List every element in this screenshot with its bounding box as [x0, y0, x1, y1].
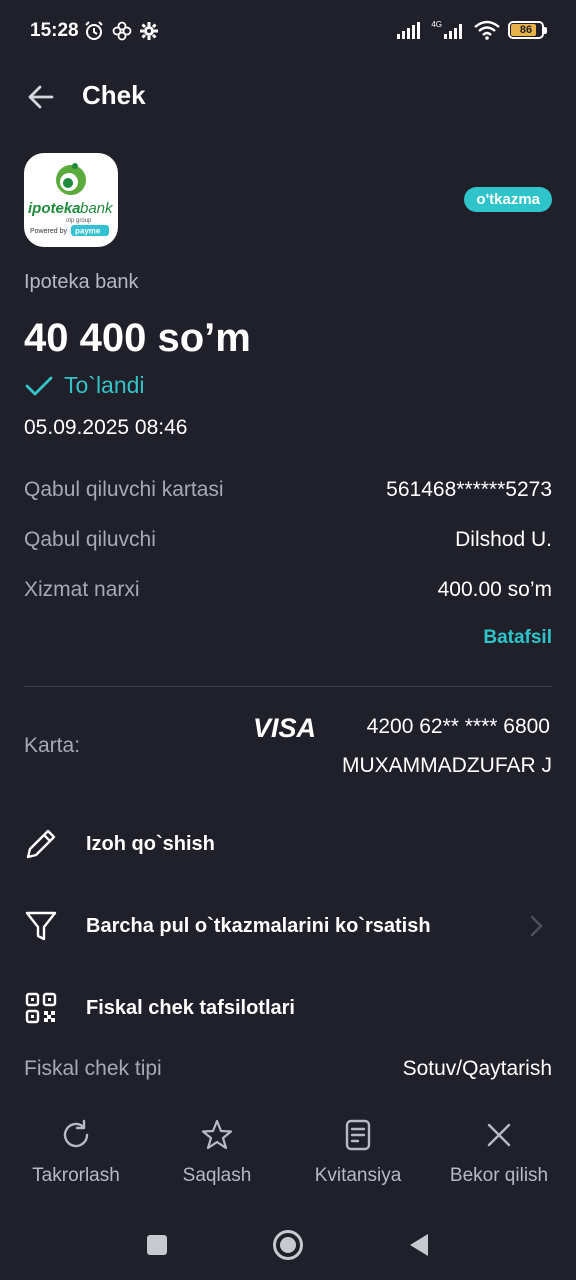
filter-icon — [25, 911, 57, 941]
qr-code-icon — [25, 992, 57, 1024]
detail-value: 400.00 so’m — [437, 578, 552, 601]
logo-sub: otp group — [66, 218, 92, 224]
action-label: Izoh qo`shish — [86, 832, 215, 855]
cancel-label: Bekor qilish — [449, 1165, 549, 1186]
amount: 40 400 so’m — [24, 316, 251, 360]
add-comment-action[interactable]: Izoh qo`shish — [0, 814, 576, 874]
signal-icon — [397, 22, 421, 39]
star-icon — [201, 1119, 233, 1150]
close-icon — [487, 1123, 511, 1147]
status-time: 15:28 — [30, 20, 79, 41]
bottom-action-bar: Takrorlash Saqlash Kvitansiya Bekor qili… — [0, 1118, 576, 1198]
signal-4g-icon — [444, 24, 462, 39]
cancel-button[interactable]: Bekor qilish — [429, 1118, 569, 1187]
action-label: Barcha pul o`tkazmalarini ko`rsatish — [86, 914, 431, 937]
fiscal-type-value: Sotuv/Qaytarish — [402, 1057, 552, 1080]
document-icon — [345, 1119, 371, 1151]
check-icon — [25, 376, 53, 395]
back-arrow-icon[interactable] — [26, 82, 56, 112]
detail-label: Qabul qiluvchi kartasi — [24, 478, 224, 501]
divider — [24, 686, 552, 687]
gear-icon — [140, 22, 158, 40]
signal-4g: 4G — [431, 21, 466, 39]
visa-logo: VISA — [253, 713, 316, 742]
logo-brand-2: bank — [80, 200, 114, 217]
detail-label: Qabul qiluvchi — [24, 528, 156, 551]
status-left-icons — [84, 21, 158, 41]
payment-status: To`landi — [24, 372, 145, 399]
alarm-icon — [85, 21, 103, 40]
repeat-icon — [63, 1119, 89, 1148]
fiscal-type-label: Fiskal chek tipi — [24, 1057, 162, 1080]
action-label: Fiskal chek tafsilotlari — [86, 996, 295, 1019]
receipt-label: Kvitansiya — [314, 1165, 402, 1186]
card-holder: MUXAMMADZUFAR J — [342, 754, 552, 777]
recent-apps-button[interactable] — [147, 1235, 167, 1255]
detail-value: Dilshod U. — [455, 528, 552, 551]
bank-logo: ipoteka bank otp group Powered by payme — [24, 153, 118, 247]
detail-label: Xizmat narxi — [24, 578, 140, 601]
detail-value: 561468******5273 — [386, 478, 552, 501]
logo-payme: payme — [75, 227, 101, 236]
type-badge: o'tkazma — [464, 187, 552, 212]
card-brand: VISA — [253, 713, 316, 742]
show-all-transfers-action[interactable]: Barcha pul o`tkazmalarini ko`rsatish — [0, 896, 576, 956]
receipt-button[interactable]: Kvitansiya — [288, 1118, 428, 1187]
battery-level: 86 — [519, 24, 533, 36]
pencil-icon — [26, 829, 56, 859]
datetime: 05.09.2025 08:46 — [24, 416, 188, 439]
chevron-right-icon — [530, 915, 543, 937]
merchant-name: Ipoteka bank — [24, 271, 139, 293]
repeat-button[interactable]: Takrorlash — [6, 1118, 146, 1187]
flower-icon — [112, 21, 132, 41]
fiscal-details-action[interactable]: Fiskal chek tafsilotlari — [0, 978, 576, 1038]
save-button[interactable]: Saqlash — [147, 1118, 287, 1187]
repeat-label: Takrorlash — [32, 1165, 120, 1186]
logo-brand-1: ipoteka — [28, 200, 81, 217]
details-more-link[interactable]: Batafsil — [483, 627, 552, 649]
home-button[interactable] — [273, 1230, 303, 1260]
network-label: 4G — [431, 20, 442, 29]
save-label: Saqlash — [182, 1165, 252, 1186]
status-text: To`landi — [64, 372, 145, 398]
card-number: 4200 62** **** 6800 — [366, 715, 550, 738]
battery-icon: 86 — [508, 21, 547, 39]
status-right: 4G 86 — [397, 20, 547, 40]
ipoteka-logo-icon: ipoteka bank otp group Powered by payme — [28, 163, 114, 236]
page-title: Chek — [82, 80, 146, 110]
logo-powered-by: Powered by — [30, 228, 67, 235]
wifi-icon — [474, 20, 500, 40]
card-label: Karta: — [24, 734, 81, 757]
system-back-icon[interactable] — [408, 1233, 430, 1257]
